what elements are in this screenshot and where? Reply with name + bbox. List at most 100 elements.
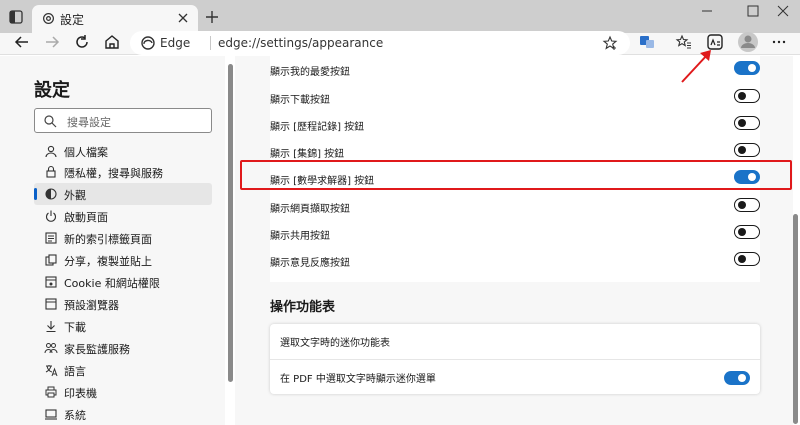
appearance-icon <box>45 188 57 200</box>
sidebar-item-appearance[interactable]: 外觀 <box>34 183 212 205</box>
history-toggle[interactable] <box>734 116 760 130</box>
sidebar-scrollbar[interactable] <box>228 64 233 382</box>
search-icon <box>44 115 57 128</box>
add-favorite-icon[interactable] <box>602 35 618 51</box>
setting-label: 顯示網頁擷取按鈕 <box>270 204 350 215</box>
download-icon <box>46 321 56 333</box>
tab-actions-icon[interactable] <box>8 9 24 25</box>
favorites-toggle[interactable] <box>734 61 760 75</box>
annotation-arrow-icon <box>681 50 711 83</box>
toggle-knob <box>738 374 746 382</box>
tab-title: 設定 <box>60 13 85 27</box>
sidebar-item-profile[interactable]: 個人檔案 <box>34 140 212 162</box>
newtab-icon <box>45 232 57 244</box>
family-icon <box>44 343 58 354</box>
sidebar-item-label: 系統 <box>64 409 86 422</box>
sidebar-item-family[interactable]: 家長監護服務 <box>34 337 212 359</box>
setting-row-web-capture: 顯示網頁擷取按鈕 <box>270 196 760 222</box>
setting-label: 選取文字時的迷你功能表 <box>280 338 390 349</box>
sidebar-item-label: 預設瀏覽器 <box>64 299 119 312</box>
settings-search-input[interactable]: 搜尋設定 <box>34 108 212 133</box>
sidebar-item-label: 啟動頁面 <box>64 211 108 224</box>
setting-row-share: 顯示共用按鈕 <box>270 223 760 249</box>
printer-icon <box>45 386 57 398</box>
more-options-icon[interactable] <box>770 33 788 51</box>
settings-main: 顯示我的最愛按鈕 顯示下載按鈕 顯示 [歷程記錄] 按鈕 顯示 [集錦] 按鈕 … <box>235 56 793 425</box>
feedback-toggle[interactable] <box>734 252 760 266</box>
web-capture-toggle[interactable] <box>734 198 760 212</box>
pdf-mini-menu-toggle[interactable] <box>724 371 750 385</box>
sidebar-item-cookies[interactable]: Cookie 和網站權限 <box>34 271 212 293</box>
toggle-knob <box>738 92 746 100</box>
toggle-knob <box>738 228 746 236</box>
lock-icon <box>46 165 56 178</box>
home-icon[interactable] <box>102 32 122 52</box>
setting-row-mini-menu[interactable]: 選取文字時的迷你功能表 <box>270 324 760 359</box>
site-perms-icon <box>45 276 57 288</box>
profile-icon <box>45 145 57 158</box>
settings-page: 設定 搜尋設定 個人檔案 隱私權，搜尋與服務 外觀 啟動頁面 新的索引標籤頁面 … <box>0 56 800 425</box>
back-icon[interactable] <box>12 32 32 52</box>
avatar[interactable] <box>737 31 759 53</box>
forward-icon[interactable] <box>42 32 62 52</box>
sidebar-item-share[interactable]: 分享，複製並貼上 <box>34 249 212 271</box>
setting-row-downloads: 顯示下載按鈕 <box>270 87 760 113</box>
sidebar-item-newtab[interactable]: 新的索引標籤頁面 <box>34 227 212 249</box>
sidebar-item-default-browser[interactable]: 預設瀏覽器 <box>34 293 212 315</box>
tab-settings[interactable]: 設定 <box>32 5 198 33</box>
context-menu-card: 選取文字時的迷你功能表 在 PDF 中選取文字時顯示迷你選單 <box>270 324 760 394</box>
search-placeholder: 搜尋設定 <box>67 116 111 129</box>
setting-label: 顯示 [歷程記錄] 按鈕 <box>270 122 365 133</box>
sidebar-item-label: 下載 <box>64 321 86 334</box>
sidebar-item-label: 個人檔案 <box>64 146 108 159</box>
sidebar-item-languages[interactable]: 語言 <box>34 359 212 381</box>
share-toggle[interactable] <box>734 225 760 239</box>
sidebar-item-label: 語言 <box>64 365 86 378</box>
toggle-knob <box>748 64 756 72</box>
translate-icon[interactable] <box>638 33 656 51</box>
language-icon <box>45 365 58 377</box>
close-icon[interactable] <box>176 11 190 25</box>
address-separator <box>210 36 211 50</box>
address-brand: Edge <box>160 36 191 50</box>
toggle-knob <box>738 119 746 127</box>
browser-icon <box>45 298 57 310</box>
highlight-box <box>240 160 792 190</box>
setting-row-history: 顯示 [歷程記錄] 按鈕 <box>270 114 760 140</box>
sidebar-item-label: 隱私權，搜尋與服務 <box>64 167 163 180</box>
address-url[interactable]: edge://settings/appearance <box>218 36 383 50</box>
gear-icon <box>43 13 54 24</box>
setting-label: 在 PDF 中選取文字時顯示迷你選單 <box>280 374 436 385</box>
sidebar-item-downloads[interactable]: 下載 <box>34 315 212 337</box>
settings-sidebar: 設定 搜尋設定 個人檔案 隱私權，搜尋與服務 外觀 啟動頁面 新的索引標籤頁面 … <box>0 56 225 425</box>
settings-title: 設定 <box>34 80 70 101</box>
share-icon <box>45 254 57 266</box>
toggle-knob <box>738 255 746 263</box>
downloads-toggle[interactable] <box>734 89 760 103</box>
sidebar-item-label: 印表機 <box>64 387 97 400</box>
sidebar-item-label: Cookie 和網站權限 <box>64 277 160 290</box>
new-tab-icon[interactable] <box>204 9 220 25</box>
sidebar-item-startup[interactable]: 啟動頁面 <box>34 205 212 227</box>
sidebar-item-label: 新的索引標籤頁面 <box>64 233 152 246</box>
window-close-icon[interactable] <box>766 0 800 22</box>
sidebar-item-printers[interactable]: 印表機 <box>34 381 212 403</box>
setting-row-pdf-mini-menu: 在 PDF 中選取文字時顯示迷你選單 <box>270 359 760 394</box>
toggle-knob <box>738 201 746 209</box>
sidebar-item-label: 家長監護服務 <box>64 343 130 356</box>
minimize-icon[interactable] <box>684 0 730 22</box>
sidebar-item-label: 外觀 <box>64 189 86 202</box>
setting-label: 顯示我的最愛按鈕 <box>270 67 350 78</box>
edge-logo-icon <box>141 36 155 50</box>
active-indicator <box>34 188 37 200</box>
tab-strip: 設定 <box>0 0 800 33</box>
sidebar-item-system[interactable]: 系統 <box>34 403 212 425</box>
address-bar[interactable]: Edge edge://settings/appearance <box>130 31 630 55</box>
power-icon <box>46 210 56 222</box>
system-icon <box>45 409 57 420</box>
main-scrollbar[interactable] <box>793 214 798 424</box>
refresh-icon[interactable] <box>72 32 92 52</box>
toggle-knob <box>738 146 746 154</box>
collections-toggle[interactable] <box>734 143 760 157</box>
sidebar-item-privacy[interactable]: 隱私權，搜尋與服務 <box>34 161 212 183</box>
